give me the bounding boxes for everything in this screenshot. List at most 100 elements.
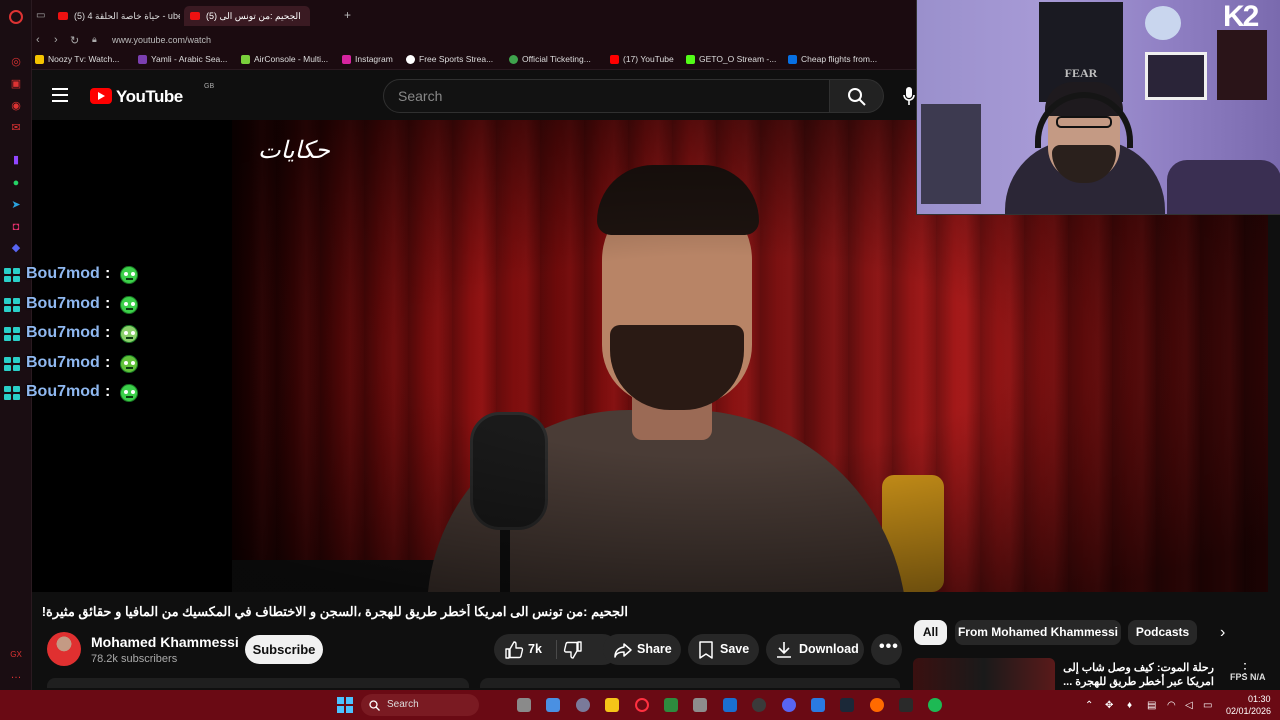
- copilot-icon[interactable]: [546, 698, 560, 712]
- description-box[interactable]: [47, 678, 469, 688]
- wifi-icon[interactable]: ◠: [1167, 700, 1176, 711]
- microphone-icon[interactable]: ♦: [1127, 700, 1132, 711]
- bookmark-item[interactable]: Instagram: [342, 54, 393, 64]
- bookmark-item[interactable]: GETO_O Stream -...: [686, 54, 776, 64]
- spotify-icon[interactable]: [928, 698, 942, 712]
- volume-icon[interactable]: ◁: [1185, 700, 1193, 711]
- taskbar-search[interactable]: Search: [361, 694, 479, 716]
- gmail-icon[interactable]: ✉: [9, 121, 23, 135]
- opera-logo-icon[interactable]: [9, 10, 23, 24]
- like-button[interactable]: 7k: [494, 634, 556, 665]
- gx-icon[interactable]: GX: [9, 648, 23, 662]
- wall-picture: [1145, 52, 1207, 100]
- chat-username: Bou7mod: [26, 294, 100, 312]
- download-button[interactable]: Download: [766, 634, 864, 665]
- watermark-text: حكايات: [258, 136, 330, 164]
- chat-separator: :: [105, 383, 111, 401]
- reload-icon[interactable]: ↻: [70, 34, 79, 47]
- bookmark-label: Official Ticketing...: [522, 54, 591, 64]
- battery-icon[interactable]: ▭: [1203, 700, 1212, 711]
- chip-all[interactable]: All: [914, 620, 947, 645]
- chip-from-channel[interactable]: From Mohamed Khammessi: [955, 620, 1121, 645]
- windows-start-icon[interactable]: [337, 697, 353, 713]
- menu-icon[interactable]: [52, 88, 68, 102]
- bookmark-item[interactable]: Free Sports Strea...: [406, 54, 493, 64]
- workspace-icon[interactable]: ▣: [9, 77, 23, 91]
- back-icon[interactable]: ‹: [36, 34, 40, 46]
- bookmark-label: GETO_O Stream -...: [699, 54, 777, 64]
- couch: [1167, 160, 1280, 214]
- messenger-icon[interactable]: ◉: [9, 99, 23, 113]
- tab-inactive[interactable]: (5) حياة خاصة الحلقة 4 - ube: [52, 6, 180, 26]
- chat-username: Bou7mod: [26, 353, 100, 371]
- bookmark-item[interactable]: AirConsole - Multi...: [241, 54, 328, 64]
- app-icon[interactable]: [693, 698, 707, 712]
- dislike-button[interactable]: [557, 634, 597, 665]
- steam-icon[interactable]: [840, 698, 854, 712]
- telegram-icon[interactable]: ➤: [9, 198, 23, 212]
- tray-app-icon[interactable]: ▤: [1147, 700, 1156, 711]
- shelf: [1217, 30, 1267, 100]
- tab-overview-icon[interactable]: ▭: [36, 10, 45, 21]
- nvidia-icon[interactable]: [664, 698, 678, 712]
- channel-avatar[interactable]: [47, 632, 81, 666]
- bookmark-favicon-icon: [686, 55, 695, 64]
- app-icon[interactable]: [811, 698, 825, 712]
- instagram-icon[interactable]: ◘: [9, 220, 23, 234]
- file-explorer-icon[interactable]: [605, 698, 619, 712]
- bookmark-item[interactable]: Official Ticketing...: [509, 54, 591, 64]
- save-label: Save: [720, 642, 750, 656]
- description-box[interactable]: [480, 678, 900, 688]
- search-box: [383, 79, 830, 113]
- bookmark-item[interactable]: Yamli - Arabic Sea...: [138, 54, 227, 64]
- share-button[interactable]: Share: [603, 634, 681, 665]
- tray-app-icon[interactable]: ✥: [1105, 700, 1113, 711]
- recommendation-thumbnail[interactable]: [913, 658, 1055, 690]
- search-button[interactable]: [830, 79, 884, 113]
- chat-username: Bou7mod: [26, 265, 100, 282]
- microphone-icon[interactable]: [902, 86, 916, 106]
- chevron-right-icon[interactable]: ›: [1220, 624, 1225, 642]
- save-button[interactable]: Save: [688, 634, 759, 665]
- search-input[interactable]: [384, 80, 829, 112]
- country-code: GB: [204, 83, 215, 90]
- recommendation-title[interactable]: رحلة الموت: كيف وصل شاب إلى امريكا عبر أ…: [1054, 661, 1214, 689]
- aria-icon[interactable]: ◎: [9, 55, 23, 69]
- chip-podcasts[interactable]: Podcasts: [1128, 620, 1197, 645]
- discord-icon[interactable]: [782, 698, 796, 712]
- opera-gx-icon[interactable]: [635, 698, 649, 712]
- sidebar-more-icon[interactable]: …: [9, 668, 23, 682]
- bookmark-favicon-icon: [788, 55, 797, 64]
- subscribe-button[interactable]: Subscribe: [245, 635, 323, 664]
- download-label: Download: [799, 642, 859, 656]
- whatsapp-icon[interactable]: ●: [9, 176, 23, 190]
- channel-name[interactable]: Mohamed Khammessi: [91, 634, 239, 650]
- more-actions-button[interactable]: •••: [871, 634, 902, 665]
- twitch-icon[interactable]: ▮: [9, 153, 23, 167]
- chat-message: Bou7mod :: [0, 382, 160, 412]
- app-icon[interactable]: [723, 698, 737, 712]
- url-field[interactable]: www.youtube.com/watch: [112, 35, 211, 45]
- bookmark-item[interactable]: (17) YouTube: [610, 54, 674, 64]
- app-icon[interactable]: [752, 698, 766, 712]
- new-tab-button[interactable]: +: [344, 8, 351, 22]
- chat-message: Bou7mod :: [0, 264, 160, 294]
- bookmark-item[interactable]: Noozy Tv: Watch...: [35, 54, 119, 64]
- bookmark-item[interactable]: Cheap flights from...: [788, 54, 877, 64]
- app-icon[interactable]: [870, 698, 884, 712]
- clock-time[interactable]: 01:30: [1248, 694, 1271, 704]
- forward-icon[interactable]: ›: [54, 34, 58, 46]
- poster-text: FEAR: [1064, 66, 1098, 80]
- bookmark-label: Yamli - Arabic Sea...: [151, 54, 228, 64]
- tab-active[interactable]: (5) الجحيم :من تونس الى: [184, 6, 310, 26]
- discord-icon[interactable]: ◆: [9, 241, 23, 255]
- task-view-icon[interactable]: [517, 698, 531, 712]
- clock-date[interactable]: 02/01/2026: [1226, 706, 1271, 716]
- epic-games-icon[interactable]: [899, 698, 913, 712]
- wall-cap: [1145, 6, 1181, 40]
- bookmark-label: Free Sports Strea...: [419, 54, 494, 64]
- video-title: الجحيم :من تونس الى امريكا أخطر طريق لله…: [41, 604, 628, 619]
- settings-icon[interactable]: [576, 698, 590, 712]
- tray-chevron-icon[interactable]: ⌃: [1085, 700, 1093, 711]
- chat-badge-icon: [4, 297, 20, 312]
